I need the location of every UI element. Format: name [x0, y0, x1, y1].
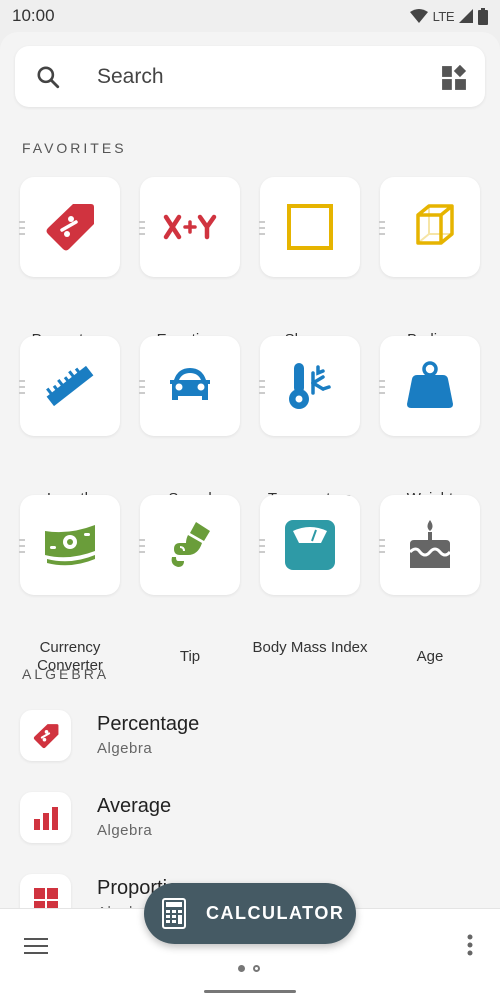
favorites-section-title: FAVORITES — [22, 140, 127, 156]
network-type: LTE — [432, 8, 455, 24]
search-bar[interactable]: Search — [15, 46, 485, 107]
car-icon — [170, 368, 210, 400]
list-item-title: Percentage — [97, 713, 200, 735]
bar-chart-icon — [33, 806, 58, 830]
drag-handle[interactable] — [19, 221, 25, 235]
hand-coin-icon — [171, 522, 210, 567]
widgets-icon[interactable] — [441, 65, 467, 91]
list-item-percentage[interactable]: Percentage Algebra — [20, 710, 480, 762]
favorite-tile-length[interactable] — [19, 336, 120, 436]
status-time: 10:00 — [12, 6, 55, 25]
weight-icon — [407, 361, 453, 408]
list-item-average[interactable]: Average Algebra — [20, 792, 480, 844]
favorite-tile-weight[interactable] — [379, 336, 480, 436]
drag-handle[interactable] — [139, 539, 145, 553]
drag-handle[interactable] — [259, 380, 265, 394]
percent-tag-icon — [46, 204, 94, 251]
page-indicator — [238, 965, 260, 972]
calculator-icon — [162, 898, 186, 929]
x-plus-y-icon — [163, 214, 217, 240]
calculator-fab-label: CALCULATOR — [206, 903, 345, 923]
battery-icon — [478, 7, 488, 25]
favorite-tile-shapes[interactable] — [259, 177, 360, 277]
scale-icon — [285, 520, 335, 570]
birthday-cake-icon — [408, 520, 452, 568]
ruler-icon — [46, 365, 94, 407]
drag-handle[interactable] — [379, 380, 385, 394]
algebra-section-title: ALGEBRA — [22, 666, 110, 682]
favorite-label: Age — [416, 648, 444, 665]
list-item-title: Average — [97, 795, 172, 817]
main-content: Search FAVORITES Currency Converter Tip … — [0, 32, 500, 908]
list-item-subtitle: Algebra — [97, 740, 153, 757]
square-icon — [287, 204, 333, 250]
status-icons: LTE — [409, 7, 488, 25]
search-input[interactable]: Search — [97, 65, 164, 89]
search-icon[interactable] — [35, 64, 61, 90]
favorite-label: Tip — [179, 648, 201, 665]
favorite-tile-temperature[interactable] — [259, 336, 360, 436]
favorite-tile-percentage[interactable] — [19, 177, 120, 277]
favorite-tile-age[interactable] — [379, 495, 480, 595]
drag-handle[interactable] — [139, 380, 145, 394]
more-vert-icon[interactable] — [466, 933, 474, 957]
favorite-tile-speed[interactable] — [139, 336, 240, 436]
drag-handle[interactable] — [19, 380, 25, 394]
drag-handle[interactable] — [139, 221, 145, 235]
favorite-tile-currency-converter[interactable] — [19, 495, 120, 595]
signal-icon — [459, 9, 473, 23]
thermometer-icon — [289, 363, 331, 409]
list-item-subtitle: Algebra — [97, 822, 153, 839]
favorite-tile-body-mass-index[interactable] — [259, 495, 360, 595]
favorite-tile-bodies[interactable] — [379, 177, 480, 277]
percent-tag-icon — [33, 723, 58, 748]
drag-handle[interactable] — [379, 221, 385, 235]
calculator-fab[interactable]: CALCULATOR — [144, 883, 356, 944]
page-dot — [253, 965, 260, 972]
wifi-icon — [409, 9, 428, 23]
favorite-label: Body Mass Index — [252, 639, 368, 656]
drag-handle[interactable] — [19, 539, 25, 553]
gesture-nav-handle — [204, 990, 296, 993]
money-icon — [45, 525, 95, 566]
favorite-tile-tip[interactable] — [139, 495, 240, 595]
favorite-tile-equations[interactable] — [139, 177, 240, 277]
menu-icon[interactable] — [24, 937, 48, 955]
status-bar: 10:00 LTE — [0, 0, 500, 32]
drag-handle[interactable] — [259, 221, 265, 235]
cube-icon — [416, 204, 454, 245]
drag-handle[interactable] — [379, 539, 385, 553]
grid-icon — [33, 887, 58, 908]
drag-handle[interactable] — [259, 539, 265, 553]
page-dot-active — [238, 965, 245, 972]
